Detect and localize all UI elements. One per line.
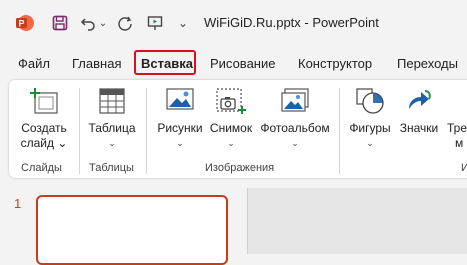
ribbon-panel: Создать слайд ⌄ Слайды Таблица ⌄ Таблицы: [9, 80, 467, 178]
group-slides-label: Слайды: [21, 162, 62, 174]
3d-models-button[interactable]: Тре м: [442, 80, 467, 154]
group-images-label: Изображения: [205, 162, 275, 174]
pictures-button[interactable]: Рисунки ⌄: [152, 80, 208, 154]
screenshot-label: Снимок ⌄: [209, 121, 253, 148]
table-button[interactable]: Таблица ⌄: [83, 80, 141, 154]
customize-toolbar-icon[interactable]: ⌄: [176, 13, 190, 33]
title-bar: P ⌄ ⌄ WiFiGiD.Ru.pptx - PowerPoint: [0, 0, 467, 46]
save-icon[interactable]: [50, 13, 70, 33]
new-slide-button[interactable]: Создать слайд ⌄: [14, 80, 74, 154]
tab-file[interactable]: Файл: [18, 56, 50, 71]
table-label: Таблица ⌄: [88, 121, 136, 148]
shapes-icon: [355, 87, 385, 120]
undo-icon[interactable]: [78, 13, 98, 33]
new-slide-icon: [29, 87, 59, 120]
window-title: WiFiGiD.Ru.pptx - PowerPoint: [204, 15, 379, 30]
photo-album-label: Фотоальбом ⌄: [260, 121, 330, 148]
icons-button[interactable]: Значки: [396, 80, 442, 154]
group-tables-label: Таблицы: [89, 162, 134, 174]
photo-album-icon: [280, 87, 310, 120]
tab-transitions[interactable]: Переходы: [397, 56, 458, 71]
3d-models-label: Тре м: [447, 121, 467, 150]
table-icon: [98, 87, 126, 120]
insert-tab-highlight: [134, 50, 196, 75]
redo-icon[interactable]: [115, 13, 135, 33]
svg-text:P: P: [18, 19, 24, 29]
tab-draw[interactable]: Рисование: [210, 56, 275, 71]
slide-number: 1: [14, 196, 22, 211]
pictures-icon: [166, 87, 194, 118]
ribbon-tabs: Файл Главная Вставка Рисование Конструкт…: [0, 52, 467, 78]
photo-album-button[interactable]: Фотоальбом ⌄: [257, 80, 333, 154]
screenshot-icon: [215, 87, 247, 122]
new-slide-label: Создать слайд ⌄: [20, 121, 68, 150]
pictures-label: Рисунки ⌄: [157, 121, 203, 148]
separator: [146, 88, 147, 174]
slide-canvas-area[interactable]: [248, 188, 467, 254]
screenshot-button[interactable]: Снимок ⌄: [205, 80, 257, 154]
group-illustrations-label: И: [461, 162, 467, 174]
shapes-label: Фигуры ⌄: [349, 121, 391, 148]
slideshow-icon[interactable]: [145, 13, 165, 33]
separator: [79, 88, 80, 174]
separator: [339, 88, 340, 174]
slide-thumbnail[interactable]: [36, 195, 228, 265]
icons-label: Значки: [399, 121, 439, 135]
tab-design[interactable]: Конструктор: [298, 56, 372, 71]
tab-home[interactable]: Главная: [72, 56, 121, 71]
shapes-button[interactable]: Фигуры ⌄: [345, 80, 395, 154]
powerpoint-logo-icon: P: [14, 13, 36, 33]
icons-icon: [405, 87, 433, 120]
undo-dropdown-icon[interactable]: ⌄: [98, 13, 108, 33]
